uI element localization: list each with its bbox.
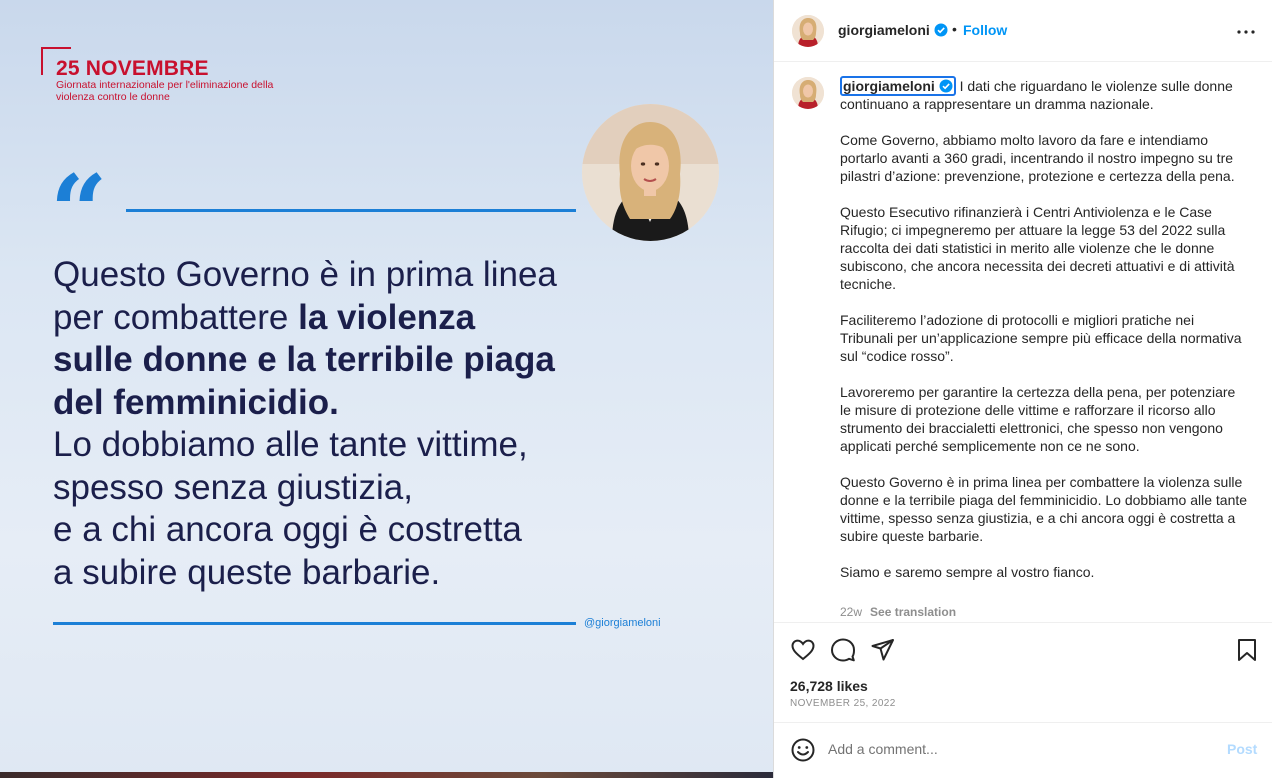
- header-username[interactable]: giorgiameloni: [838, 22, 948, 38]
- post-age[interactable]: 22w: [840, 605, 862, 619]
- quote-divider-top: [126, 209, 576, 212]
- verified-icon: [934, 23, 948, 37]
- quote-line-bold: del femminicidio.: [53, 382, 339, 422]
- comment-icon[interactable]: [830, 637, 856, 663]
- event-subtitle: Giornata internazionale per l'eliminazio…: [56, 79, 274, 103]
- quote-line-part: per combattere: [53, 297, 299, 337]
- post-comment-button[interactable]: Post: [1227, 741, 1257, 757]
- caption-paragraph: Questo Governo è in prima linea per comb…: [840, 474, 1248, 544]
- post-header: giorgiameloni • Follow: [774, 0, 1272, 62]
- quote-line: per combattere la violenza: [53, 297, 683, 340]
- emoji-icon[interactable]: [790, 737, 816, 763]
- quote-line: Lo dobbiamo alle tante vittime,: [53, 425, 528, 464]
- quote-line-bold: sulle donne e la terribile piaga: [53, 340, 555, 379]
- caption-paragraph: Questo Esecutivo rifinanzierà i Centri A…: [840, 204, 1235, 292]
- caption-paragraph: giorgiameloni I dati che riguardano le v…: [840, 76, 1250, 113]
- quote-text: Questo Governo è in prima linea per comb…: [53, 254, 683, 594]
- quote-line: Questo Governo è in prima linea: [53, 255, 557, 294]
- quote-line: a subire queste barbarie.: [53, 552, 441, 592]
- portrait-photo: [582, 104, 719, 241]
- quote-line: del femminicidio.: [53, 382, 683, 425]
- caption-text: giorgiameloni I dati che riguardano le v…: [840, 76, 1250, 599]
- avatar[interactable]: [792, 15, 824, 47]
- share-icon[interactable]: [870, 637, 896, 663]
- quote-line: e a chi ancora oggi è costretta: [53, 510, 522, 549]
- caption-avatar[interactable]: [792, 77, 824, 109]
- caption-meta: 22w See translation: [840, 605, 956, 619]
- bookmark-icon[interactable]: [1234, 637, 1260, 663]
- event-title: 25 NOVEMBRE: [56, 57, 209, 80]
- follow-button[interactable]: Follow: [963, 22, 1007, 38]
- heart-icon[interactable]: [790, 637, 816, 663]
- post-date[interactable]: NOVEMBER 25, 2022: [790, 698, 896, 709]
- caption-username-link[interactable]: giorgiameloni: [840, 76, 956, 96]
- comment-bar: Post: [774, 722, 1272, 778]
- likes-count[interactable]: 26,728 likes: [790, 678, 868, 694]
- post-image: 25 NOVEMBRE Giornata internazionale per …: [0, 0, 773, 778]
- see-translation-button[interactable]: See translation: [870, 605, 956, 619]
- verified-icon: [939, 79, 953, 93]
- quote-mark-icon: “: [50, 153, 108, 271]
- caption-username[interactable]: giorgiameloni: [843, 78, 935, 94]
- caption-paragraph: Faciliteremo l’adozione di protocolli e …: [840, 312, 1242, 364]
- more-options-icon[interactable]: [1236, 22, 1256, 42]
- comment-input[interactable]: [828, 735, 1208, 763]
- post-side-panel: giorgiameloni • Follow giorgiameloni I d…: [773, 0, 1272, 778]
- header-username-text[interactable]: giorgiameloni: [838, 22, 930, 38]
- action-bar: 26,728 likes NOVEMBER 25, 2022: [774, 622, 1272, 722]
- caption-paragraph: Come Governo, abbiamo molto lavoro da fa…: [840, 132, 1235, 184]
- image-bottom-strip: [0, 772, 773, 778]
- quote-line: sulle donne e la terribile piaga: [53, 339, 683, 382]
- image-handle: @giorgiameloni: [584, 617, 661, 629]
- quote-line-bold: la violenza: [298, 297, 476, 337]
- caption-paragraph: Lavoreremo per garantire la certezza del…: [840, 384, 1236, 454]
- quote-divider-bottom: [53, 622, 576, 625]
- quote-line: spesso senza giustizia,: [53, 467, 413, 507]
- caption-paragraph: Siamo e saremo sempre al vostro fianco.: [840, 564, 1095, 580]
- caption-area[interactable]: giorgiameloni I dati che riguardano le v…: [774, 63, 1272, 621]
- separator-dot: •: [952, 21, 957, 37]
